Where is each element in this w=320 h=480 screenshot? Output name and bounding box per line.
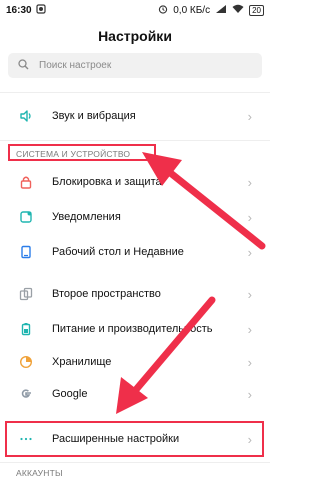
status-bar: 16:30 0,0 КБ/с 20: [0, 0, 270, 20]
settings-item-home-screen[interactable]: Рабочий стол и Недавние ›: [0, 236, 270, 268]
settings-item-google[interactable]: Google ›: [0, 378, 270, 410]
settings-item-lock[interactable]: Блокировка и защита ›: [0, 166, 270, 198]
search-icon: [18, 58, 29, 73]
settings-item-label: Рабочий стол и Недавние: [52, 246, 184, 258]
settings-item-label: Блокировка и защита: [52, 176, 162, 188]
notifications-icon: [18, 209, 34, 225]
settings-item-label: Google: [52, 388, 88, 400]
chevron-right-icon: ›: [247, 286, 252, 302]
home-screen-icon: [18, 244, 34, 260]
search-input[interactable]: Поиск настроек: [8, 53, 262, 78]
settings-item-notifications[interactable]: Уведомления ›: [0, 201, 270, 233]
section-header-accounts: АККАУНТЫ: [16, 468, 63, 478]
chevron-right-icon: ›: [247, 174, 252, 190]
alarm-icon: [158, 4, 168, 17]
divider: [0, 140, 270, 141]
annotation-highlight-advanced: [5, 421, 264, 457]
divider: [0, 92, 270, 93]
settings-item-label: Уведомления: [52, 211, 121, 223]
settings-item-label: Хранилище: [52, 356, 112, 368]
network-speed: 0,0 КБ/с: [173, 4, 211, 16]
chevron-right-icon: ›: [247, 354, 252, 370]
second-space-icon: [18, 286, 34, 302]
battery-status: 20: [249, 4, 264, 16]
search-placeholder: Поиск настроек: [39, 60, 112, 71]
settings-item-label: Звук и вибрация: [52, 110, 136, 122]
storage-icon: [18, 354, 34, 370]
notification-icon: [35, 3, 46, 17]
signal-icon: [215, 4, 227, 17]
battery-icon: [18, 321, 34, 337]
annotation-highlight-system: [8, 144, 156, 161]
settings-item-power[interactable]: Питание и производительность ›: [0, 313, 270, 345]
settings-item-sound[interactable]: Звук и вибрация ›: [0, 100, 270, 132]
chevron-right-icon: ›: [247, 209, 252, 225]
settings-item-label: Второе пространство: [52, 288, 161, 300]
status-time: 16:30: [6, 4, 32, 16]
settings-item-label: Питание и производительность: [52, 323, 213, 335]
page-title: Настройки: [98, 28, 172, 44]
settings-item-storage[interactable]: Хранилище ›: [0, 346, 270, 378]
wifi-icon: [232, 4, 244, 17]
chevron-right-icon: ›: [247, 321, 252, 337]
chevron-right-icon: ›: [247, 108, 252, 124]
divider: [0, 462, 270, 463]
chevron-right-icon: ›: [247, 244, 252, 260]
lock-icon: [18, 174, 34, 190]
google-icon: [18, 386, 34, 402]
chevron-right-icon: ›: [247, 386, 252, 402]
settings-item-second-space[interactable]: Второе пространство ›: [0, 278, 270, 310]
speaker-icon: [18, 108, 34, 124]
